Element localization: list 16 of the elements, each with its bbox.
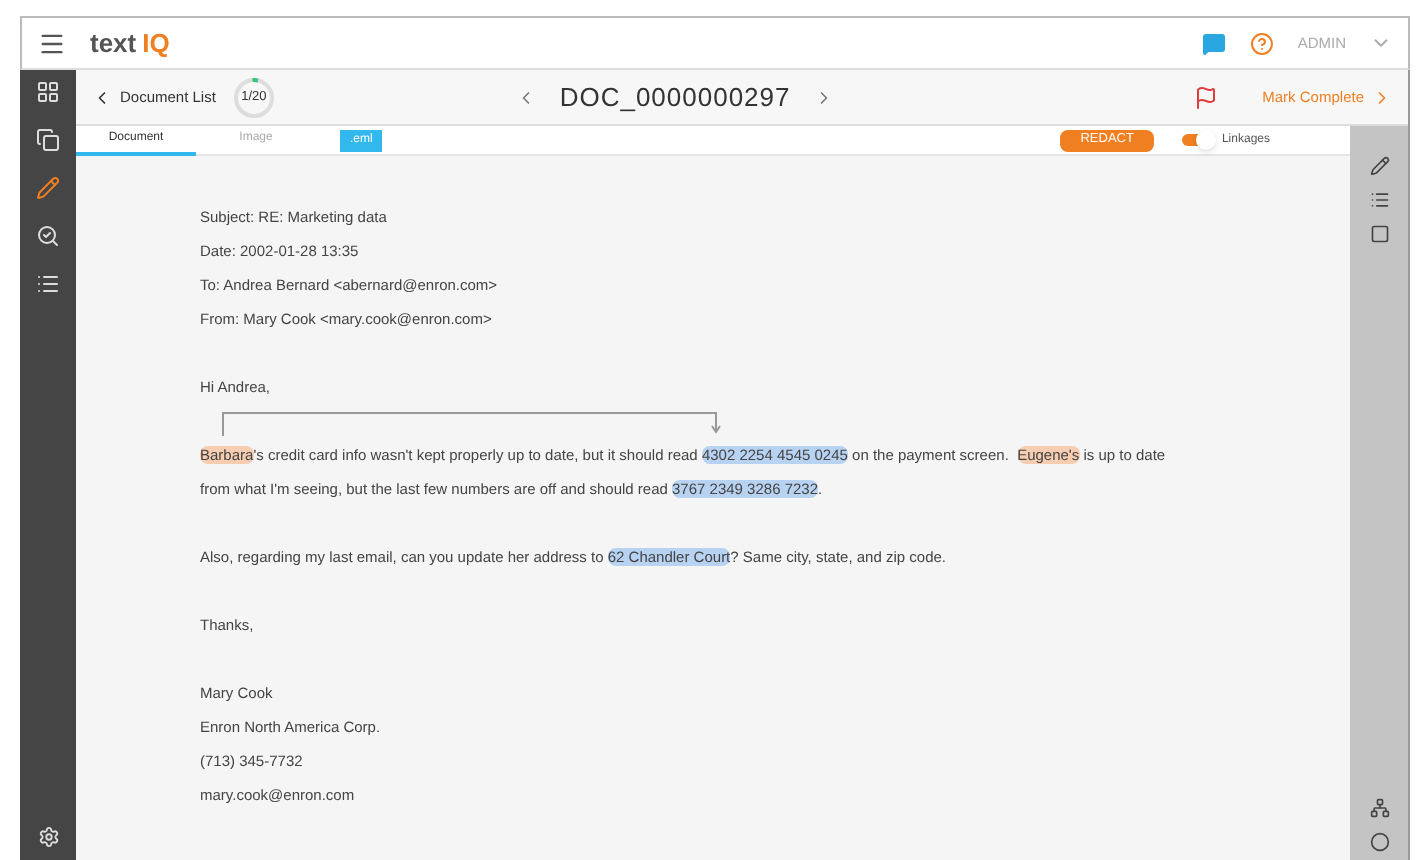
settings-icon[interactable] [37, 826, 59, 848]
menu-icon[interactable] [38, 29, 66, 57]
grid-icon[interactable] [36, 80, 60, 104]
comment-icon[interactable] [1369, 224, 1389, 244]
app-logo: text IQ [90, 25, 170, 62]
flag-icon[interactable] [1194, 85, 1219, 109]
copy-icon[interactable] [36, 128, 60, 152]
linkages-toggle[interactable] [1181, 134, 1210, 146]
tree-icon[interactable] [1369, 798, 1389, 818]
document-title: DOC_0000000297 [559, 79, 791, 116]
pencil-icon[interactable] [1369, 156, 1389, 176]
search-icon[interactable] [36, 224, 60, 248]
help-icon[interactable] [1249, 31, 1274, 55]
circle-icon[interactable] [1369, 832, 1389, 852]
pencil-icon[interactable] [36, 176, 60, 200]
chat-icon[interactable] [1201, 31, 1226, 55]
